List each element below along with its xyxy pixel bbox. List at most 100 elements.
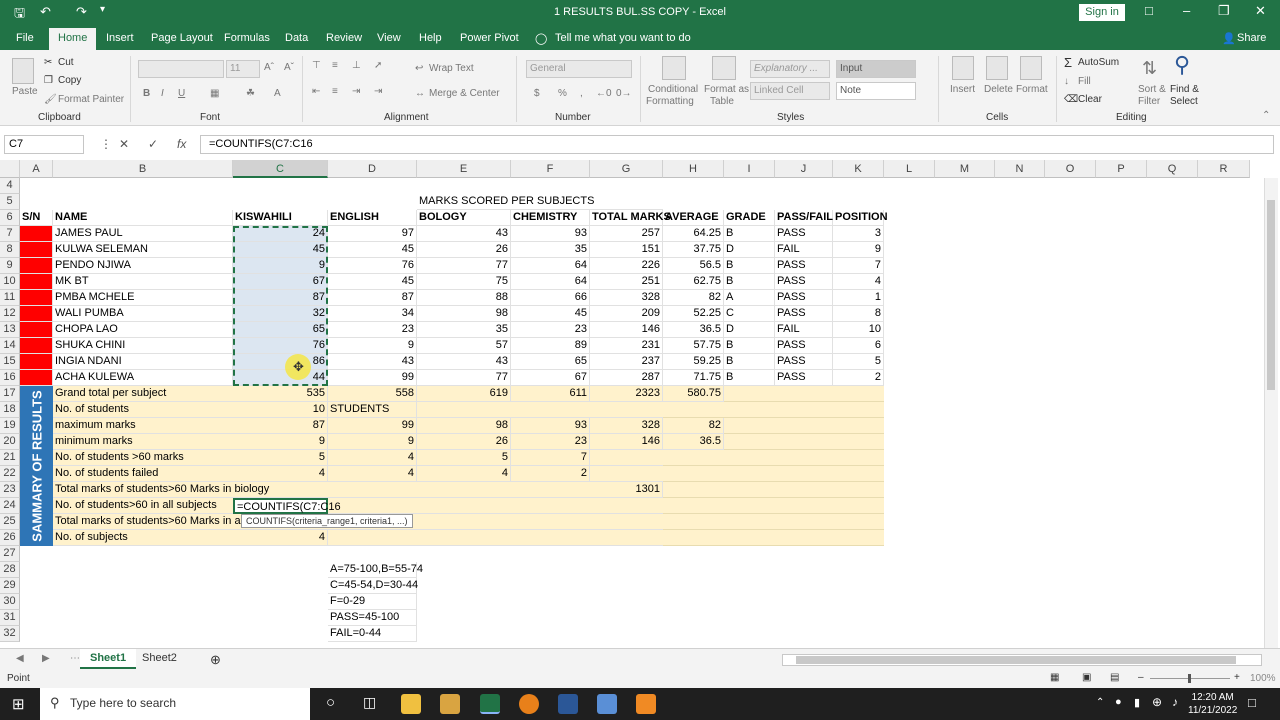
table-cell[interactable]: 45	[233, 242, 328, 258]
table-cell[interactable]: PASS	[775, 370, 833, 386]
summary-value[interactable]: 36.5	[663, 434, 724, 450]
row-header-29[interactable]: 29	[0, 578, 20, 594]
table-cell[interactable]: 57	[417, 338, 511, 354]
table-cell[interactable]: 4	[20, 274, 53, 290]
grade-note[interactable]: F=0-29	[328, 594, 417, 610]
enter-formula-button[interactable]: ✓	[148, 137, 158, 151]
column-header-i[interactable]: I	[724, 160, 775, 178]
row-header-26[interactable]: 26	[0, 530, 20, 546]
minimize-icon[interactable]: –	[1183, 3, 1190, 18]
table-cell[interactable]: C	[724, 306, 775, 322]
paste-icon[interactable]	[12, 58, 34, 84]
table-cell[interactable]: D	[724, 322, 775, 338]
sheet-title[interactable]: MARKS SCORED PER SUBJECTS	[417, 194, 663, 210]
table-cell[interactable]: 2	[833, 370, 884, 386]
summary-value[interactable]: 5	[233, 450, 328, 466]
summary-value[interactable]: STUDENTS	[328, 402, 417, 418]
merge-icon[interactable]: ↔	[415, 88, 425, 99]
student-name[interactable]: PMBA MCHELE	[53, 290, 233, 306]
row-header-5[interactable]: 5	[0, 194, 20, 210]
style-linked-cell[interactable]: Linked Cell	[750, 82, 830, 100]
table-cell[interactable]: 6	[20, 306, 53, 322]
table-cell[interactable]: 98	[417, 306, 511, 322]
row-header-6[interactable]: 6	[0, 210, 20, 226]
table-cell[interactable]: 23	[511, 322, 590, 338]
table-cell[interactable]: 32	[233, 306, 328, 322]
zoom-level[interactable]: 100%	[1250, 673, 1276, 684]
table-cell[interactable]: 76	[233, 338, 328, 354]
table-cell[interactable]: 8	[833, 306, 884, 322]
align-right-icon[interactable]: ⇥	[352, 86, 360, 97]
indent-icon[interactable]: ⇥	[374, 86, 382, 97]
row-header-24[interactable]: 24	[0, 498, 20, 514]
table-cell[interactable]: 35	[511, 242, 590, 258]
zoom-slider-thumb[interactable]	[1188, 674, 1191, 683]
table-cell[interactable]: PASS	[775, 306, 833, 322]
row-header-20[interactable]: 20	[0, 434, 20, 450]
align-left-icon[interactable]: ⇤	[312, 86, 320, 97]
row-header-17[interactable]: 17	[0, 386, 20, 402]
table-cell[interactable]: 66	[511, 290, 590, 306]
clear-button[interactable]: Clear	[1078, 94, 1102, 105]
column-header-r[interactable]: R	[1198, 160, 1250, 178]
conditional-formatting-icon[interactable]	[662, 56, 686, 80]
column-header-p[interactable]: P	[1096, 160, 1147, 178]
network-icon[interactable]: ⊕	[1152, 695, 1162, 709]
table-cell[interactable]: 9	[328, 338, 417, 354]
column-header-l[interactable]: L	[884, 160, 935, 178]
tab-formulas[interactable]: Formulas	[224, 32, 270, 44]
grade-note[interactable]: A=75-100,B=55-74	[328, 562, 423, 578]
wrap-text-button[interactable]: Wrap Text	[429, 63, 474, 74]
summary-value[interactable]: 23	[511, 434, 590, 450]
insert-cells-icon[interactable]	[952, 56, 974, 80]
column-title[interactable]: TOTAL MARKS	[590, 210, 671, 226]
student-name[interactable]: ACHA KULEWA	[53, 370, 233, 386]
table-cell[interactable]: 82	[663, 290, 724, 306]
table-cell[interactable]: 86	[233, 354, 328, 370]
row-header-30[interactable]: 30	[0, 594, 20, 610]
summary-value[interactable]: 2	[511, 466, 590, 482]
zoom-out-icon[interactable]: –	[1138, 672, 1144, 683]
table-cell[interactable]: 6	[833, 338, 884, 354]
cortana-icon[interactable]: ○	[326, 694, 335, 711]
conditional-formatting-button[interactable]: Conditional	[648, 84, 698, 95]
column-header-o[interactable]: O	[1045, 160, 1096, 178]
summary-value[interactable]: 99	[328, 418, 417, 434]
table-cell[interactable]: B	[724, 274, 775, 290]
table-cell[interactable]: 23	[328, 322, 417, 338]
font-color-icon[interactable]: A	[274, 88, 281, 99]
table-cell[interactable]: 34	[328, 306, 417, 322]
table-cell[interactable]: 57.75	[663, 338, 724, 354]
summary-label[interactable]: Total marks of students>60 Marks in biol…	[53, 482, 663, 498]
table-cell[interactable]: 76	[328, 258, 417, 274]
fill-icon[interactable]: ↓	[1064, 76, 1069, 87]
summary-value[interactable]: 9	[233, 434, 328, 450]
table-cell[interactable]: 43	[328, 354, 417, 370]
recorder-app-icon[interactable]	[636, 694, 656, 714]
summary-value[interactable]: 558	[328, 386, 417, 402]
table-cell[interactable]: 8	[20, 338, 53, 354]
autosum-button[interactable]: AutoSum	[1078, 57, 1119, 68]
page-layout-view-icon[interactable]: ▣	[1082, 672, 1091, 683]
tab-data[interactable]: Data	[285, 32, 308, 44]
underline-button[interactable]: U	[178, 88, 185, 99]
table-cell[interactable]: B	[724, 258, 775, 274]
word-taskbar-icon[interactable]	[558, 694, 578, 714]
row-header-27[interactable]: 27	[0, 546, 20, 562]
table-cell[interactable]: 37.75	[663, 242, 724, 258]
wrap-text-icon[interactable]: ↩	[415, 63, 423, 74]
table-cell[interactable]: 44	[233, 370, 328, 386]
table-cell[interactable]: 59.25	[663, 354, 724, 370]
percent-button[interactable]: %	[558, 88, 567, 99]
table-cell[interactable]: 1	[20, 226, 53, 242]
summary-value[interactable]: 580.75	[663, 386, 724, 402]
row-header-8[interactable]: 8	[0, 242, 20, 258]
conditional-formatting-label2[interactable]: Formatting	[646, 96, 694, 107]
format-as-table-label2[interactable]: Table	[710, 96, 734, 107]
align-center-icon[interactable]: ≡	[332, 86, 338, 97]
format-cells-button[interactable]: Format	[1016, 84, 1048, 95]
summary-value[interactable]: 10	[233, 402, 328, 418]
row-header-28[interactable]: 28	[0, 562, 20, 578]
summary-value[interactable]: 1301	[590, 482, 663, 498]
sort-filter-button[interactable]: Sort &	[1138, 84, 1166, 95]
